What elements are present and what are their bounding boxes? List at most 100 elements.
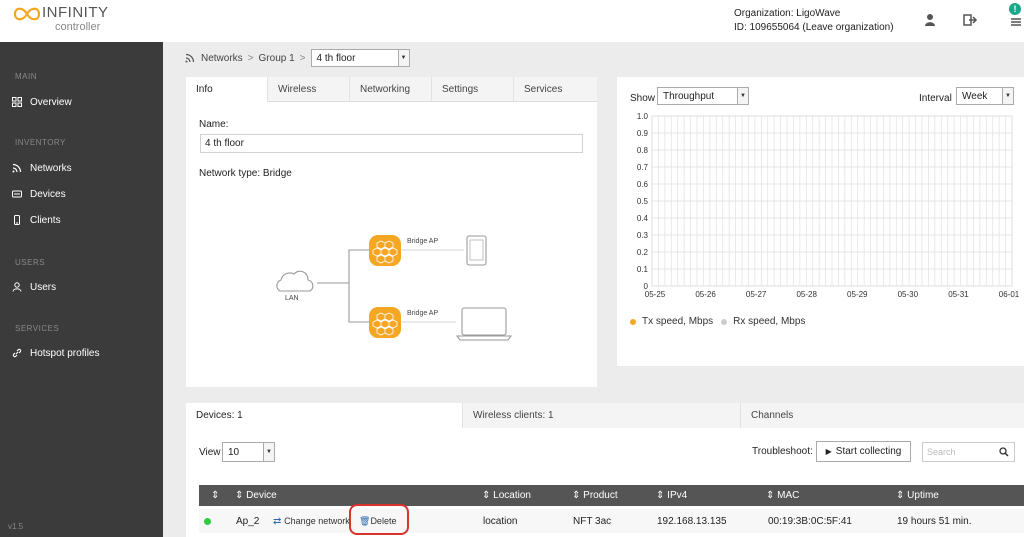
- tablet-icon: [466, 235, 487, 266]
- column-header-product[interactable]: ⇕ Product: [572, 490, 618, 501]
- sidebar-item-hotspot-profiles[interactable]: Hotspot profiles: [12, 345, 99, 361]
- sort-icon: ⇕: [896, 490, 908, 501]
- grid-icon: [12, 97, 22, 107]
- y-tick-label: 0.9: [637, 129, 649, 138]
- device-mac: 00:19:3B:0C:5F:41: [768, 516, 852, 527]
- sidebar-item-users[interactable]: Users: [12, 279, 56, 295]
- user-icon[interactable]: [922, 12, 938, 28]
- wifi-icon: [185, 53, 195, 63]
- device-ipv4: 192.168.13.135: [657, 516, 727, 527]
- sidebar-section-main: MAIN: [15, 72, 37, 81]
- sort-icon: ⇕: [766, 490, 778, 501]
- sidebar-item-label: Devices: [30, 188, 66, 200]
- sidebar-item-networks[interactable]: Networks: [12, 160, 72, 176]
- status-online-icon: [204, 518, 211, 525]
- sort-icon[interactable]: ⇕: [211, 490, 219, 501]
- bridge-ap-hex-icon: [369, 235, 401, 266]
- swap-icon: ⇄: [273, 516, 285, 527]
- delete-highlight-annotation: [349, 504, 409, 535]
- y-tick-label: 0.4: [637, 214, 649, 223]
- link-icon: [12, 348, 22, 358]
- y-tick-label: 0.8: [637, 146, 649, 155]
- y-tick-label: 1.0: [637, 112, 649, 121]
- y-tick-label: 0.1: [637, 265, 649, 274]
- devices-panel: Devices: 1 Wireless clients: 1 Channels …: [186, 403, 1024, 537]
- organization-name: Organization: LigoWave: [734, 8, 841, 19]
- sidebar-item-label: Overview: [30, 96, 72, 108]
- breadcrumb-group[interactable]: Group 1: [259, 53, 295, 64]
- search-placeholder: Search: [927, 447, 956, 457]
- sidebar-section-inventory: INVENTORY: [15, 138, 66, 147]
- device-uptime: 19 hours 51 min.: [897, 516, 972, 527]
- top-bar: INFINITY controller Organization: LigoWa…: [0, 0, 1024, 42]
- breadcrumb-separator: >: [299, 52, 306, 64]
- version-label: v1.5: [8, 522, 24, 531]
- x-tick-label: 05-29: [847, 290, 868, 299]
- y-tick-label: 0.6: [637, 180, 649, 189]
- sidebar-item-label: Networks: [30, 162, 72, 174]
- x-tick-label: 05-25: [645, 290, 666, 299]
- sort-icon: ⇕: [572, 490, 584, 501]
- y-tick-label: 0.7: [637, 163, 649, 172]
- legend-rx-label: Rx speed, Mbps: [733, 316, 806, 327]
- notification-badge[interactable]: !: [1009, 3, 1021, 15]
- sidebar-item-devices[interactable]: Devices: [12, 186, 66, 202]
- device-name[interactable]: Ap_2: [236, 516, 259, 527]
- tab-wireless-clients[interactable]: Wireless clients: 1: [463, 403, 741, 428]
- legend-tx-dot: [630, 318, 636, 325]
- change-network-button[interactable]: ⇄ Change network: [273, 516, 350, 527]
- user-icon: [12, 282, 22, 292]
- menu-list-icon[interactable]: [1008, 14, 1024, 30]
- sidebar-item-overview[interactable]: Overview: [12, 94, 72, 110]
- troubleshoot-label: Troubleshoot:: [752, 446, 813, 457]
- diagram-lan-label: LAN: [285, 295, 299, 302]
- device-product: NFT 3ac: [573, 516, 612, 527]
- diagram-bridge-ap-label: Bridge AP: [407, 310, 439, 317]
- devices-table-header: ⇕ ⇕ Device ⇕ Location ⇕ Product ⇕ IPv4 ⇕…: [199, 485, 1024, 506]
- sidebar-item-label: Users: [30, 281, 57, 293]
- organization-id[interactable]: ID: 109655064 (Leave organization): [734, 21, 894, 35]
- chevron-down-icon: ▼: [263, 443, 274, 461]
- sort-icon: ⇕: [482, 490, 494, 501]
- view-count-select[interactable]: 10 ▼: [222, 442, 275, 462]
- device-icon: [12, 190, 22, 198]
- column-header-ipv4[interactable]: ⇕ IPv4: [656, 490, 687, 501]
- network-select-value: 4 th floor: [316, 52, 356, 64]
- bridge-ap-hex-icon: [369, 307, 401, 338]
- diagram-bridge-ap-label: Bridge AP: [407, 238, 439, 245]
- sidebar-section-users: USERS: [15, 258, 46, 267]
- sort-icon: ⇕: [656, 490, 668, 501]
- device-search-input[interactable]: Search: [922, 442, 1015, 462]
- logout-icon[interactable]: [962, 12, 978, 28]
- y-tick-label: 0.2: [637, 248, 649, 257]
- device-location: location: [483, 516, 518, 527]
- search-icon[interactable]: [999, 447, 1009, 457]
- cloud-icon: [276, 270, 314, 292]
- logo-subtitle: controller: [55, 21, 101, 33]
- network-select[interactable]: 4 th floor ▼: [310, 49, 410, 67]
- x-tick-label: 06-01: [999, 290, 1020, 299]
- tab-channels[interactable]: Channels: [741, 403, 1024, 428]
- breadcrumb-networks[interactable]: Networks: [201, 53, 243, 64]
- logo-name: INFINITY: [42, 4, 109, 21]
- throughput-chart: 1.00.90.80.70.60.50.40.30.20.1005-25 05-2…: [637, 112, 1020, 299]
- x-tick-label: 05-30: [898, 290, 919, 299]
- column-header-device[interactable]: ⇕ Device: [235, 490, 277, 501]
- laptop-icon: [455, 307, 513, 341]
- table-row[interactable]: Ap_2 ⇄ Change network 🗑Delete location N…: [199, 509, 1024, 533]
- column-header-mac[interactable]: ⇕ MAC: [766, 490, 799, 501]
- y-tick-label: 0.5: [637, 197, 649, 206]
- column-header-location[interactable]: ⇕ Location: [482, 490, 531, 501]
- network-info-panel: Info Wireless Networking Settings Servic…: [186, 77, 597, 387]
- column-header-uptime[interactable]: ⇕ Uptime: [896, 490, 939, 501]
- sidebar-item-clients[interactable]: Clients: [12, 212, 61, 228]
- phone-icon: [14, 215, 20, 225]
- play-icon: ▶: [825, 447, 832, 456]
- sidebar: MAIN Overview INVENTORY Networks Devices…: [0, 42, 163, 537]
- tab-devices[interactable]: Devices: 1: [186, 403, 463, 428]
- view-label: View: [199, 447, 221, 458]
- organization-info: Organization: LigoWave ID: 109655064 (Le…: [734, 7, 894, 35]
- legend-tx-label: Tx speed, Mbps: [642, 316, 714, 327]
- devices-tabs: Devices: 1 Wireless clients: 1 Channels: [186, 403, 1024, 428]
- start-collecting-button[interactable]: ▶ Start collecting: [816, 441, 911, 462]
